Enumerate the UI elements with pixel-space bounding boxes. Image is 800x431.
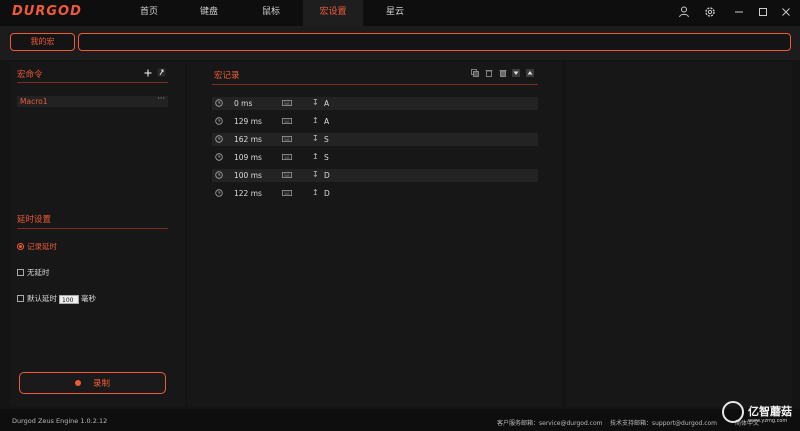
macro-event-row[interactable]: 100 ms ↧ D [212,169,538,182]
watermark-logo-icon [722,401,744,423]
durgod-logo: DURGOD [12,4,82,19]
macro-item-more-icon[interactable]: ··· [157,94,165,103]
key-direction-icon: ↥ [312,152,319,161]
nav-tab-keyboard[interactable]: 键盘 [180,0,238,26]
default-delay-checkbox[interactable] [17,295,24,302]
right-panel [566,62,792,407]
user-icon[interactable] [677,5,691,19]
clear-all-icon[interactable] [499,69,507,77]
minimize-icon[interactable] [732,5,746,19]
keyboard-icon [282,154,292,160]
service-email[interactable]: 客户服务邮箱：service@durgod.com [497,418,602,427]
event-key[interactable]: A [324,117,329,126]
keyboard-icon [282,172,292,178]
my-macro-tab[interactable]: 我的宏 [10,33,75,51]
import-macro-icon[interactable] [157,68,166,77]
event-delay[interactable]: 109 ms [234,153,262,162]
move-down-icon[interactable] [512,69,520,77]
version-text: Durgod Zeus Engine 1.0.2.12 [12,417,108,425]
delete-icon[interactable] [485,69,493,77]
clock-icon [215,117,223,125]
macro-record-panel [187,62,562,407]
clock-icon [215,171,223,179]
key-direction-icon: ↥ [312,188,319,197]
move-up-icon[interactable] [526,69,534,77]
macro-record-title: 宏记录 [214,71,240,81]
key-direction-icon: ↧ [312,134,319,143]
keyboard-icon [282,100,292,106]
clock-icon [215,153,223,161]
keyboard-icon [282,118,292,124]
record-button-label: 录制 [93,379,111,389]
no-delay-label: 无延时 [27,268,50,277]
event-key[interactable]: A [324,99,329,108]
delay-unit-label: 毫秒 [81,294,96,303]
keyboard-icon [282,190,292,196]
macro-item-name: Macro1 [20,97,48,106]
nav-tab-nebula[interactable]: 星云 [366,0,424,26]
record-delay-label: 记录延时 [27,242,57,251]
event-delay[interactable]: 0 ms [234,99,252,108]
default-delay-input[interactable]: 100 [59,295,79,304]
event-delay[interactable]: 100 ms [234,171,262,180]
no-delay-option[interactable]: 无延时 [17,267,50,278]
keyboard-icon [282,136,292,142]
watermark-text: 亿智蘑菇 [748,405,792,418]
watermark-url: www.yzmg.com [748,418,788,424]
top-bar: DURGOD 首页 键盘 鼠标 宏设置 星云 [0,0,800,26]
no-delay-checkbox[interactable] [17,269,24,276]
nav-tab-mouse[interactable]: 鼠标 [242,0,300,26]
event-delay[interactable]: 162 ms [234,135,262,144]
nav-tab-macro-settings[interactable]: 宏设置 [303,0,363,26]
macro-panel-title: 宏命令 [17,70,43,80]
event-key[interactable]: S [324,153,329,162]
key-direction-icon: ↧ [312,170,319,179]
record-button[interactable]: 录制 [19,372,166,394]
macro-name-field[interactable] [78,33,791,51]
nav-tab-home[interactable]: 首页 [120,0,178,26]
record-delay-radio[interactable] [17,243,24,250]
event-key[interactable]: D [324,171,330,180]
macro-event-row[interactable]: 109 ms ↥ S [212,151,538,164]
copy-icon[interactable] [471,69,479,77]
event-key[interactable]: D [324,189,330,198]
default-delay-label: 默认延时 [27,294,57,303]
left-panel [10,62,185,407]
clock-icon [215,135,223,143]
macro-list-item[interactable]: Macro1 ··· [17,94,168,107]
watermark: 亿智蘑菇 www.yzmg.com [720,398,800,431]
record-delay-option[interactable]: 记录延时 [17,241,57,252]
delay-settings-title: 延时设置 [17,215,52,225]
record-dot-icon [75,380,81,386]
macro-record-divider [212,84,538,85]
delay-settings-divider [17,228,168,229]
macro-event-row[interactable]: 122 ms ↥ D [212,187,538,200]
footer: Durgod Zeus Engine 1.0.2.12 客户服务邮箱：servi… [0,409,800,431]
macro-event-row[interactable]: 162 ms ↧ S [212,133,538,146]
key-direction-icon: ↥ [312,116,319,125]
my-macro-tab-label: 我的宏 [30,37,55,46]
gear-icon[interactable] [703,5,717,19]
default-delay-option[interactable]: 默认延时 100 毫秒 [17,293,96,304]
event-delay[interactable]: 122 ms [234,189,262,198]
close-icon[interactable] [779,5,793,19]
support-email[interactable]: 技术支持邮箱：support@durgod.com [610,418,717,427]
event-key[interactable]: S [324,135,329,144]
macro-event-row[interactable]: 129 ms ↥ A [212,115,538,128]
clock-icon [215,189,223,197]
clock-icon [215,99,223,107]
add-macro-icon[interactable] [144,69,152,77]
maximize-icon[interactable] [756,5,770,19]
macro-panel-divider [17,82,168,83]
key-direction-icon: ↧ [312,98,319,107]
event-delay[interactable]: 129 ms [234,117,262,126]
macro-event-row[interactable]: 0 ms ↧ A [212,97,538,110]
